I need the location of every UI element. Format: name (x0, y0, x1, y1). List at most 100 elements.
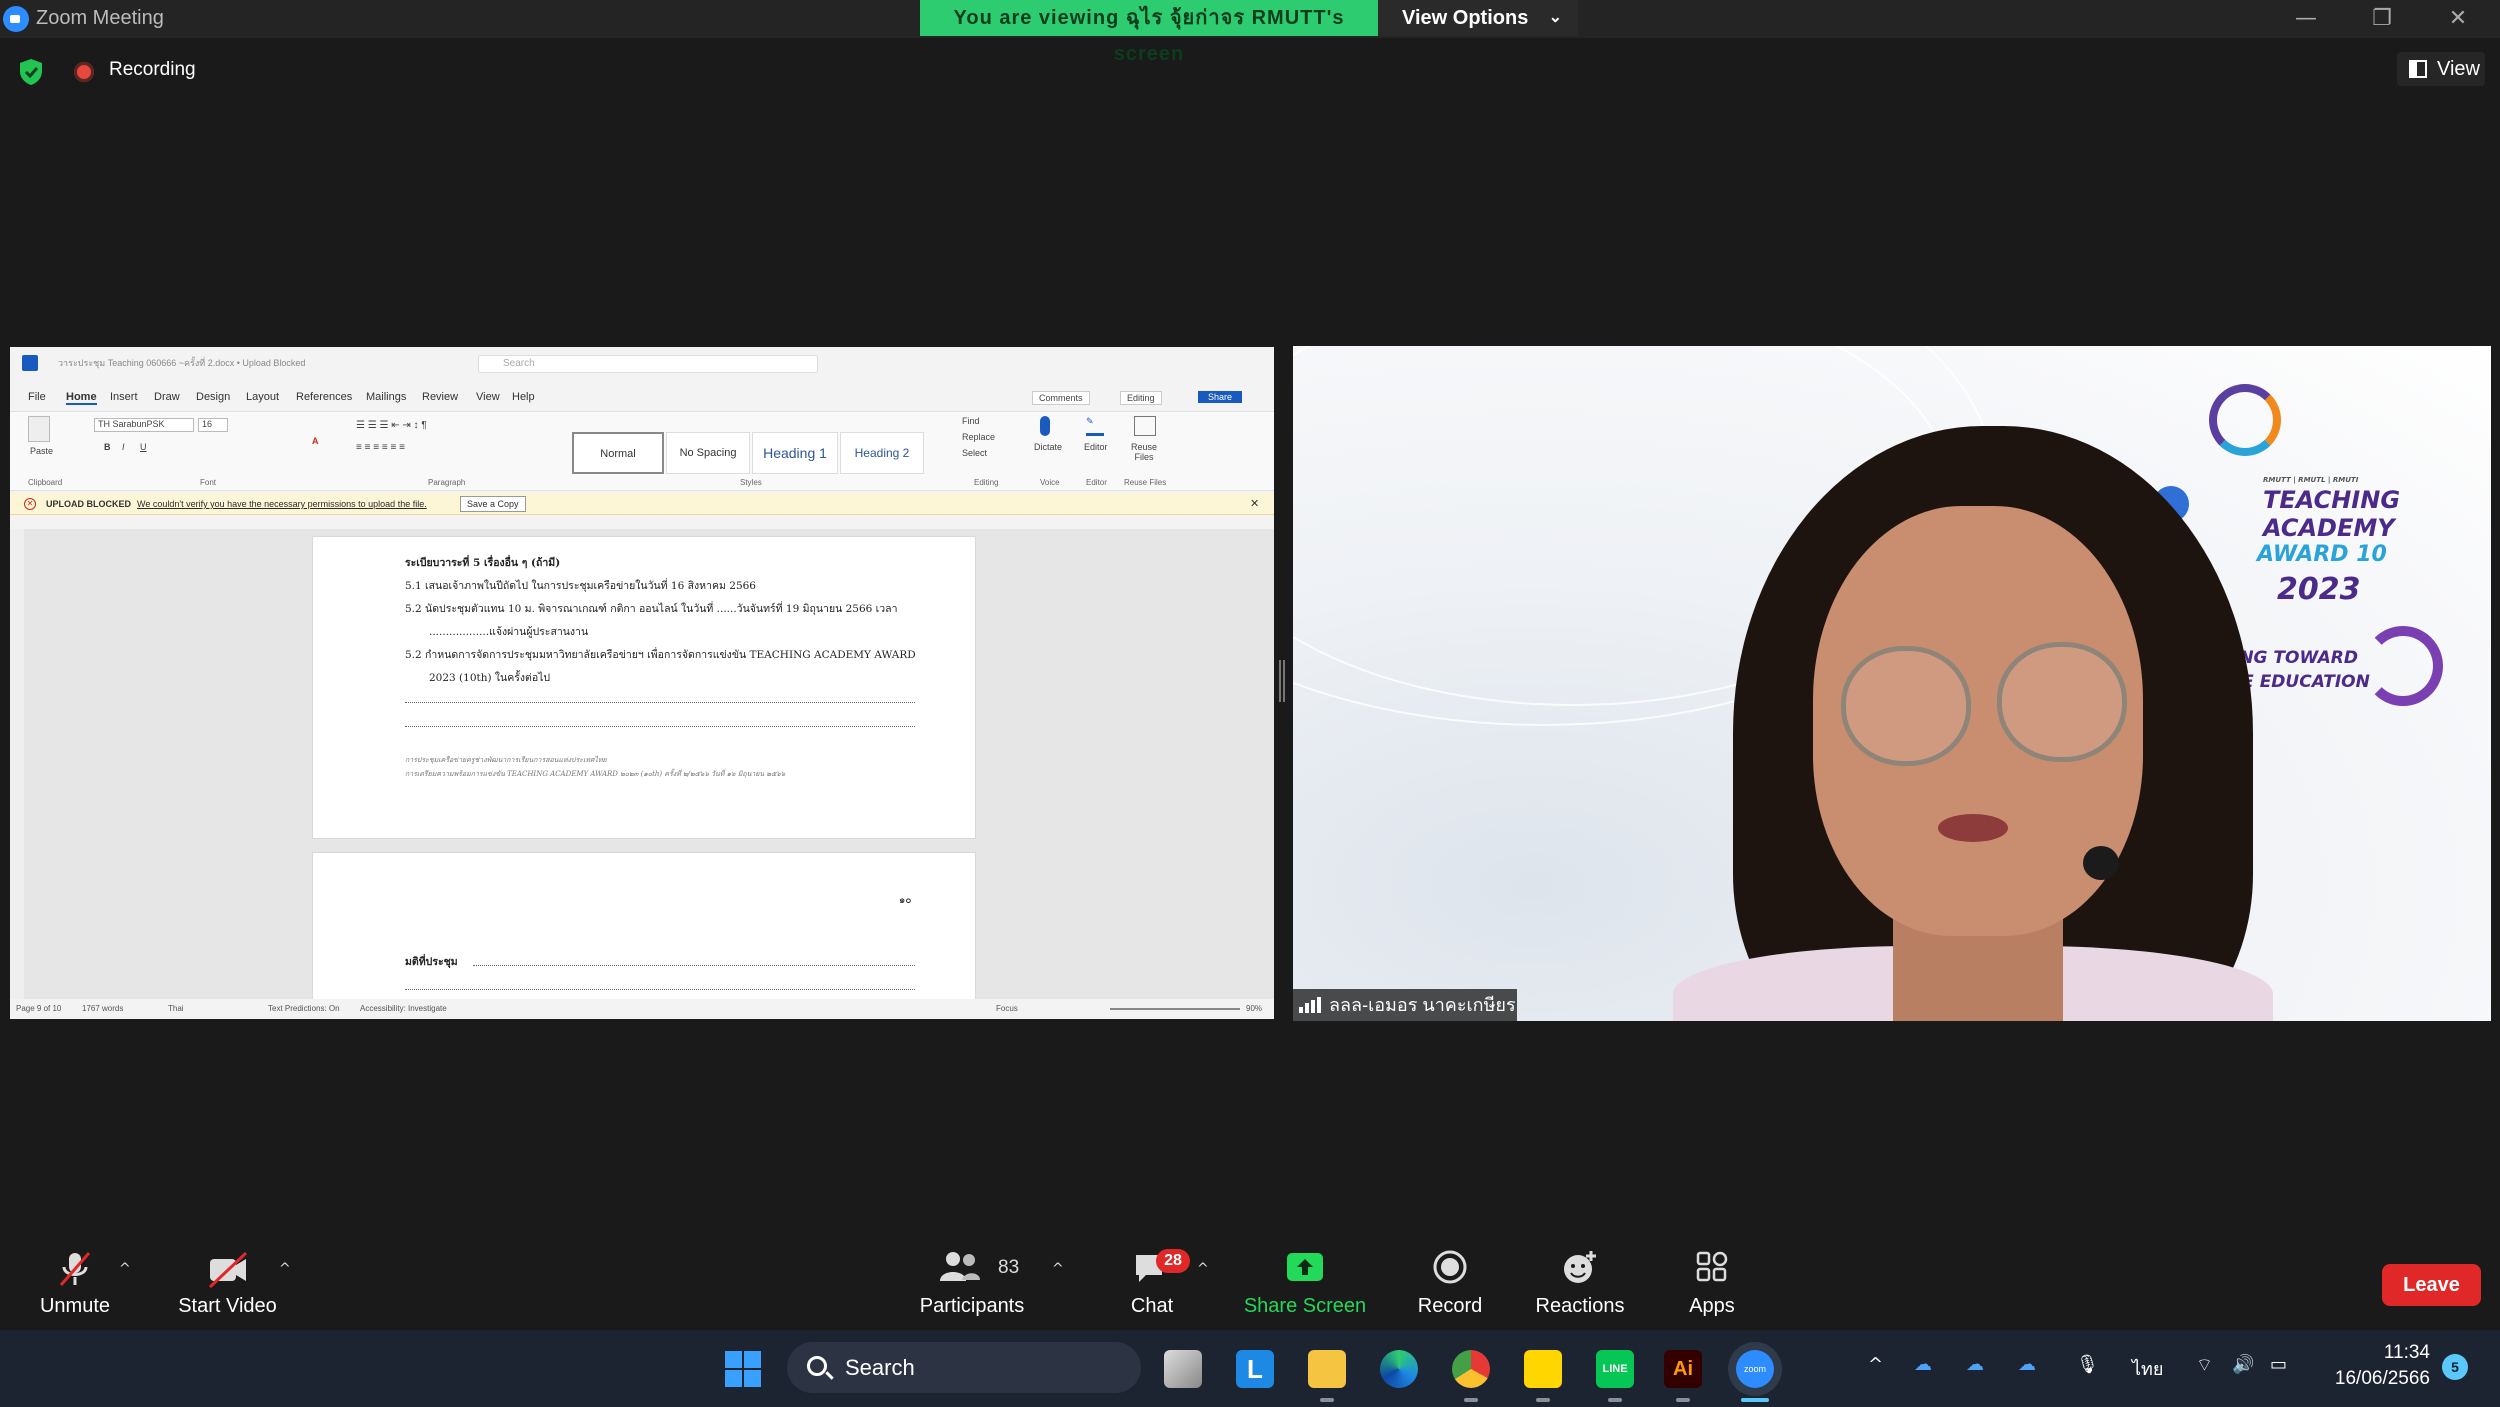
italic-icon[interactable]: I (122, 442, 125, 452)
record-button[interactable]: Record (1410, 1227, 1490, 1330)
word-search-box[interactable]: Search (478, 355, 818, 373)
reactions-button[interactable]: Reactions (1530, 1227, 1630, 1330)
style-heading-1[interactable]: Heading 1 (752, 432, 838, 474)
sticky-notes-icon[interactable] (1524, 1350, 1562, 1388)
dictate-button[interactable]: Dictate (1034, 442, 1062, 452)
leave-button[interactable]: Leave (2382, 1264, 2481, 1306)
select-button[interactable]: Select (962, 448, 987, 458)
editor-button[interactable]: Editor (1084, 442, 1108, 452)
replace-button[interactable]: Replace (962, 432, 995, 442)
wifi-icon[interactable]: ⌔ (2196, 1354, 2213, 1377)
style-heading-2[interactable]: Heading 2 (840, 432, 924, 474)
microphone-tray-icon[interactable]: 🎙 (2076, 1354, 2099, 1375)
taskbar-search[interactable]: Search (787, 1342, 1141, 1393)
chat-button[interactable]: 28 Chat (1112, 1227, 1192, 1330)
reuse-files-icon[interactable] (1134, 416, 1156, 436)
status-focus[interactable]: Focus (996, 999, 1018, 1019)
document-page-2[interactable]: ๑๐ มติที่ประชุม (312, 852, 976, 1012)
file-explorer-icon[interactable] (1308, 1350, 1346, 1388)
task-view-icon[interactable] (1164, 1350, 1202, 1388)
onedrive-icon[interactable]: ☁ (1914, 1354, 1932, 1375)
volume-icon[interactable]: 🔊 (2232, 1354, 2254, 1375)
lineapp-l-icon[interactable]: L (1236, 1350, 1274, 1388)
taskbar-clock[interactable]: 11:34 16/06/2566 (2310, 1340, 2430, 1392)
paste-icon[interactable] (28, 416, 50, 442)
edge-browser-icon[interactable] (1380, 1350, 1418, 1388)
zoom-app-icon[interactable]: zoom (1736, 1350, 1774, 1388)
bullets-icon[interactable]: ☰ ☰ ☰ ⇤ ⇥ ↕ ¶ (356, 420, 427, 431)
microphone-icon[interactable] (1040, 416, 1050, 436)
zoom-slider[interactable] (1110, 1008, 1240, 1010)
style-no-spacing[interactable]: No Spacing (666, 432, 750, 474)
font-name-box[interactable]: TH SarabunPSK (94, 418, 194, 432)
video-options-caret-icon[interactable]: ^ (279, 1261, 291, 1277)
menu-layout[interactable]: Layout (246, 391, 279, 403)
status-predictions[interactable]: Text Predictions: On (268, 999, 340, 1019)
audio-options-caret-icon[interactable]: ^ (119, 1261, 131, 1277)
reuse-files-button[interactable]: Reuse Files (1126, 442, 1162, 462)
menu-home[interactable]: Home (66, 391, 97, 405)
encryption-shield-icon[interactable] (18, 58, 44, 86)
menu-references[interactable]: References (296, 391, 352, 403)
underline-icon[interactable]: U (140, 442, 147, 452)
status-zoom[interactable]: 90% (1246, 999, 1262, 1019)
view-button[interactable]: View (2397, 52, 2485, 86)
menu-view[interactable]: View (476, 391, 500, 403)
upload-blocked-title: UPLOAD BLOCKED (46, 499, 131, 509)
participants-button[interactable]: 83 Participants (912, 1227, 1032, 1330)
menu-draw[interactable]: Draw (154, 391, 180, 403)
split-view-divider[interactable] (1279, 660, 1285, 702)
find-button[interactable]: Find (962, 416, 980, 426)
start-video-button[interactable]: Start Video (170, 1227, 285, 1330)
menu-design[interactable]: Design (196, 391, 230, 403)
speaker-video-tile[interactable]: RMUTT | RMUTL | RMUTI TEACHING ACADEMY A… (1293, 346, 2491, 1021)
bold-icon[interactable]: B (104, 442, 111, 452)
input-language[interactable]: ไทย (2132, 1354, 2163, 1383)
word-status-bar: Page 9 of 10 1767 words Thai Text Predic… (10, 999, 1274, 1019)
style-normal[interactable]: Normal (572, 432, 664, 474)
dismiss-icon[interactable]: ✕ (1250, 493, 1259, 515)
reactions-label: Reactions (1535, 1295, 1625, 1317)
font-size-box[interactable]: 16 (198, 418, 228, 432)
editing-button[interactable]: Editing (1120, 391, 1162, 405)
dotted-line (473, 965, 915, 966)
tray-overflow-icon[interactable]: ^ (1868, 1354, 1883, 1375)
shared-screen-word[interactable]: วาระประชุม Teaching 060666 ~ครั้งที่ 2.d… (10, 347, 1274, 1019)
unmute-button[interactable]: Unmute (20, 1227, 130, 1330)
editor-icon[interactable]: ✎ (1086, 416, 1104, 436)
onedrive-icon-2[interactable]: ☁ (1966, 1354, 1984, 1375)
menu-help[interactable]: Help (512, 391, 535, 403)
share-screen-button[interactable]: Share Screen (1240, 1227, 1370, 1330)
running-indicator (1320, 1398, 1334, 1402)
comments-button[interactable]: Comments (1032, 391, 1090, 405)
chat-caret-icon[interactable]: ^ (1197, 1261, 1209, 1277)
onedrive-icon-3[interactable]: ☁ (2018, 1354, 2036, 1375)
document-page-1[interactable]: ระเบียบวาระที่ 5 เรื่องอื่น ๆ (ถ้ามี) 5.… (312, 536, 976, 839)
share-button[interactable]: Share (1198, 391, 1243, 403)
menu-mailings[interactable]: Mailings (366, 391, 406, 403)
restore-icon[interactable]: ❐ (2362, 4, 2402, 34)
share-screen-icon (1287, 1253, 1323, 1281)
chrome-browser-icon[interactable] (1452, 1350, 1490, 1388)
upload-blocked-link[interactable]: We couldn't verify you have the necessar… (137, 493, 427, 515)
apps-button[interactable]: Apps (1672, 1227, 1752, 1330)
notification-badge[interactable]: 5 (2442, 1354, 2468, 1380)
save-a-copy-button[interactable]: Save a Copy (460, 496, 526, 512)
font-color-icon[interactable]: A (312, 436, 319, 446)
line-app-icon[interactable]: LINE (1596, 1350, 1634, 1388)
recording-icon[interactable] (74, 62, 94, 82)
battery-icon[interactable]: ▭ (2270, 1354, 2287, 1375)
menu-review[interactable]: Review (422, 391, 458, 403)
menu-file[interactable]: File (28, 391, 46, 403)
status-language: Thai (168, 1004, 184, 1013)
participants-caret-icon[interactable]: ^ (1052, 1261, 1064, 1277)
windows-start-icon[interactable] (724, 1350, 762, 1388)
logo-academy-text: ACADEMY (2263, 514, 2395, 542)
menu-insert[interactable]: Insert (110, 391, 138, 403)
align-icons[interactable]: ≡ ≡ ≡ ≡ ≡ ≡ (356, 442, 405, 453)
status-accessibility[interactable]: Accessibility: Investigate (360, 999, 447, 1019)
minimize-icon[interactable]: — (2286, 4, 2326, 34)
view-options-button[interactable]: View Options ⌄ (1378, 0, 1578, 36)
illustrator-icon[interactable]: Ai (1664, 1350, 1702, 1388)
close-icon[interactable]: ✕ (2438, 4, 2478, 34)
